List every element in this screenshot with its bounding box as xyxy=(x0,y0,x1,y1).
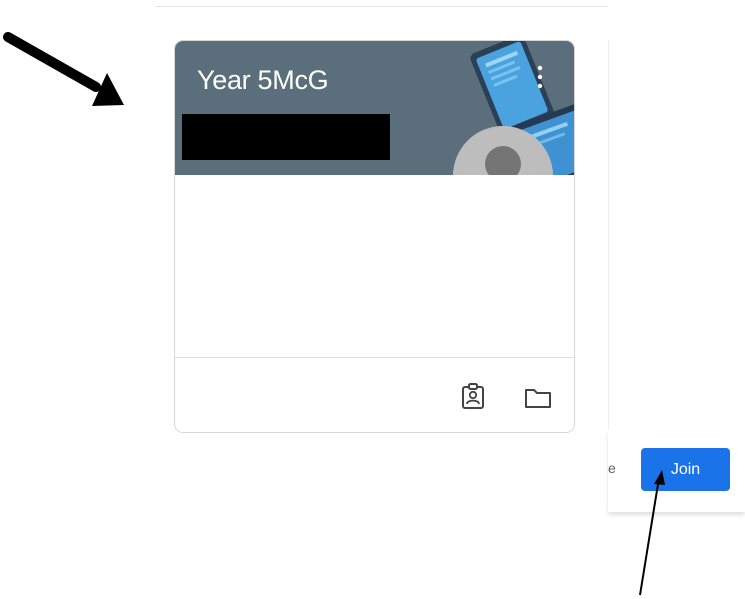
class-card[interactable]: Year 5McG xyxy=(174,40,575,433)
more-vert-icon[interactable] xyxy=(535,65,545,89)
annotation-arrow-to-class-card xyxy=(3,32,124,106)
page: Year 5McG e Join xyxy=(0,0,745,599)
cut-off-text: e xyxy=(608,460,616,476)
join-button[interactable]: Join xyxy=(641,448,730,491)
right-divider xyxy=(608,40,609,430)
assignment-ind-icon[interactable] xyxy=(458,382,488,412)
folder-icon[interactable] xyxy=(523,382,553,412)
card-body xyxy=(175,175,574,357)
card-footer xyxy=(175,357,574,432)
top-divider xyxy=(155,6,608,7)
join-panel: e Join xyxy=(608,430,745,512)
redacted-subtitle xyxy=(182,114,390,160)
class-title[interactable]: Year 5McG xyxy=(197,65,329,96)
